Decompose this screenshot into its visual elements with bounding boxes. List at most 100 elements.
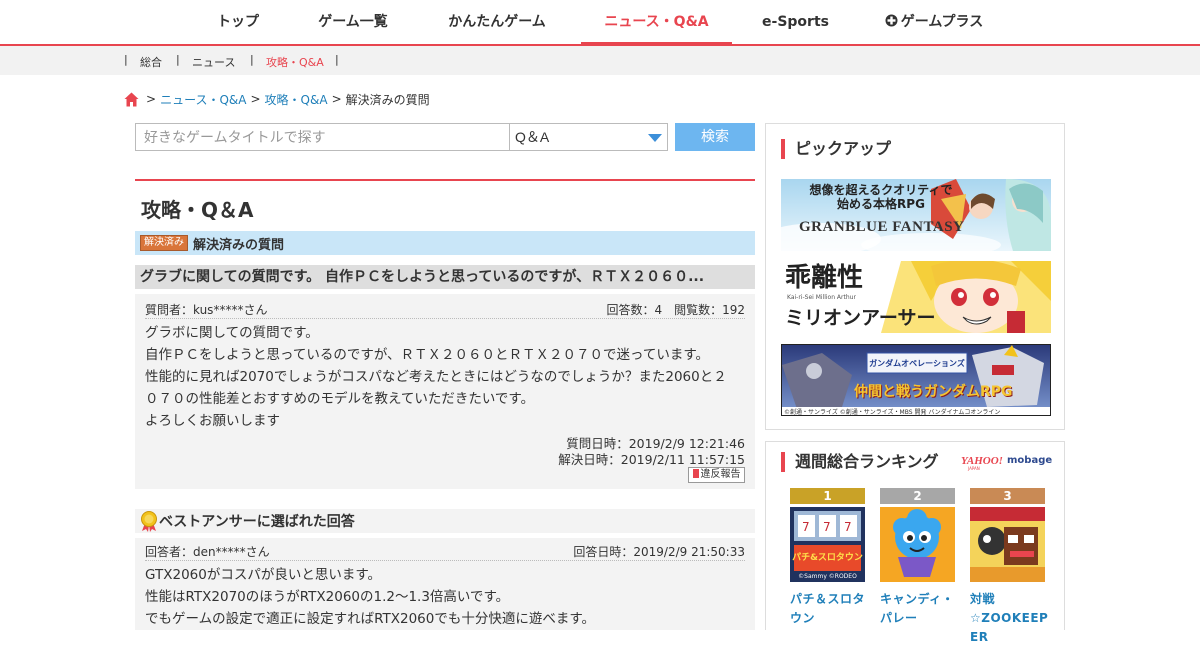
granblue-copy: 想像を超えるクオリティで 始める本格RPG: [781, 183, 981, 211]
medal-icon: [141, 511, 157, 532]
nav-game-plus-label: ゲームプラス: [900, 14, 984, 30]
ranking-item-3[interactable]: 3 対戦 ☆ZOOKEEP ER: [970, 488, 1049, 647]
report-label: 違反報告: [700, 469, 741, 480]
best-answer-label: ベストアンサーに選ばれた回答: [159, 514, 355, 530]
report-icon: [692, 469, 699, 478]
section-divider: [135, 179, 755, 181]
granblue-banner[interactable]: 想像を超えるクオリティで 始める本格RPG GRANBLUE FANTASY: [781, 179, 1051, 251]
granblue-copy-line: 始める本格RPG: [837, 197, 925, 211]
report-button[interactable]: 違反報告: [688, 467, 745, 483]
gundam-title: ガンダムオペレーションズ: [869, 359, 965, 368]
page-title: 攻略・Q＆A: [141, 198, 254, 222]
breadcrumb-separator: >: [331, 92, 342, 106]
rank-3-thumbnail[interactable]: [970, 507, 1045, 582]
slot-machine-label: パチ&スロタウン: [792, 553, 863, 563]
search-button[interactable]: 検索: [675, 123, 755, 151]
pickup-panel: ピックアップ 想像を超えるクオリティで 始める本格RPG GRANBLUE FA…: [765, 123, 1065, 430]
slot-machine-art: 7 7 7: [790, 507, 865, 582]
question-line: ０７０の性能差とおすすめのモデルを教えていただきたいです。: [145, 391, 535, 407]
rank-number: 1: [790, 488, 865, 504]
answer-body: GTX2060がコスパが良いと思います。 性能はRTX2070のほうがRTX20…: [145, 564, 745, 630]
ranking-title: 週間総合ランキング: [781, 452, 939, 472]
breadcrumb: > ニュース・Q&A > 攻略・Q&A > 解決済みの質問: [124, 90, 430, 108]
nav-top[interactable]: トップ: [207, 0, 269, 44]
subnav-strategy-qa[interactable]: 攻略・Q&A: [266, 54, 324, 70]
subnav-news[interactable]: ニュース: [192, 54, 235, 70]
question-line: グラボに関しての質問です。: [145, 325, 319, 341]
question-box: 質問者：kus*****さん 回答数：4 閲覧数：192 グラボに関しての質問で…: [135, 294, 755, 489]
pickup-title: ピックアップ: [781, 139, 891, 159]
rank-name-line: ウン: [790, 611, 816, 625]
breadcrumb-separator: >: [250, 92, 261, 106]
subnav-separator: |: [124, 53, 128, 66]
category-select[interactable]: Q＆A: [509, 123, 668, 151]
answer-line: GTX2060がコスパが良いと思います。: [145, 567, 381, 583]
breadcrumb-news-qa[interactable]: ニュース・Q&A: [160, 91, 246, 108]
candy-character-art: [880, 507, 955, 582]
question-line: 性能的に見れば2070でしょうがコスパなど考えたときにはどうなのでしょうか？また…: [145, 369, 727, 385]
rank-name-line: ER: [970, 630, 989, 644]
rank-name[interactable]: 対戦 ☆ZOOKEEP ER: [970, 590, 1049, 647]
granblue-logo: GRANBLUE FANTASY: [799, 219, 965, 235]
top-navigation: トップ ゲーム一覧 かんたんゲーム ニュース・Q&A e-Sports ゲームプ…: [0, 0, 1200, 46]
question-line: よろしくお願いします: [145, 413, 280, 429]
ranking-item-2[interactable]: 2 キャンディ・ パレー: [880, 488, 955, 628]
best-answer-header: ベストアンサーに選ばれた回答: [135, 509, 755, 533]
asked-at: 質問日時：2019/2/9 12:21:46: [566, 436, 745, 451]
million-arthur-banner[interactable]: 乖離性 Kai-ri-Sei Million Arthur ミリオンアーサー: [781, 261, 1051, 333]
question-title: グラブに関しての質問です。 自作ＰＣをしようと思っているのですが、ＲＴＸ２０６０…: [135, 265, 755, 289]
rank-2-thumbnail[interactable]: [880, 507, 955, 582]
answerer: 回答者：den*****さん: [145, 545, 270, 559]
yahoo-logo-japan: JAPAN: [968, 466, 980, 471]
search-input[interactable]: [135, 123, 510, 151]
asker: 質問者：kus*****さん: [145, 303, 268, 317]
gundam-footer: ©創通・サンライズ ©創通・サンライズ・MBS 開発 バンダイナムコオンライン: [784, 409, 1001, 416]
status-bar: 解決済み 解決済みの質問: [135, 231, 755, 255]
svg-text:7: 7: [823, 520, 831, 534]
game-plus-icon: [885, 14, 898, 27]
gundam-tagline: 仲間と戦うガンダムRPG: [854, 384, 1013, 400]
status-label: 解決済みの質問: [193, 237, 285, 253]
sub-navigation: | 総合 | ニュース | 攻略・Q&A |: [0, 46, 1200, 75]
question-stats: 回答数：4 閲覧数：192: [606, 303, 745, 317]
answered-at: 回答日時：2019/2/9 21:50:33: [573, 545, 745, 559]
nav-esports[interactable]: e-Sports: [758, 0, 833, 44]
rank-name[interactable]: キャンディ・ パレー: [880, 590, 955, 628]
ranking-panel: 週間総合ランキング YAHOO! JAPAN mobage 1 7 7 7 パチ…: [765, 441, 1065, 644]
breadcrumb-separator: >: [146, 92, 157, 106]
subnav-separator: |: [250, 53, 254, 66]
category-select-value: Q＆A: [515, 129, 550, 145]
svg-text:7: 7: [844, 520, 852, 534]
ranking-item-1[interactable]: 1 7 7 7 パチ&スロタウン ©Sammy ©RODEO パチ＆スロタ ウン: [790, 488, 865, 628]
rank-1-thumbnail[interactable]: 7 7 7 パチ&スロタウン ©Sammy ©RODEO: [790, 507, 865, 582]
svg-text:7: 7: [802, 520, 810, 534]
rank-name-line: キャンディ・: [880, 592, 955, 606]
question-body: グラボに関しての質問です。 自作ＰＣをしようと思っているのですが、ＲＴＸ２０６０…: [145, 322, 745, 432]
million-arthur-subtitle: ミリオンアーサー: [785, 307, 936, 329]
slot-machine-copyright: ©Sammy ©RODEO: [798, 573, 857, 580]
mobage-logo-text: mobage: [1007, 455, 1053, 466]
breadcrumb-current: 解決済みの質問: [345, 92, 430, 107]
rank-name[interactable]: パチ＆スロタ ウン: [790, 590, 865, 628]
answer-box: 回答者：den*****さん 回答日時：2019/2/9 21:50:33 GT…: [135, 538, 755, 630]
gundam-banner[interactable]: ガンダムオペレーションズ 仲間と戦うガンダムRPG ©創通・サンライズ ©創通・…: [781, 344, 1051, 416]
million-arthur-small: Kai-ri-Sei Million Arthur: [787, 294, 856, 301]
nav-game-list[interactable]: ゲーム一覧: [308, 0, 398, 44]
question-dates: 質問日時：2019/2/9 12:21:46 解決日時：2019/2/11 11…: [558, 436, 745, 468]
yahoo-mobage-logo: YAHOO! JAPAN mobage: [961, 454, 1053, 471]
nav-news-qa[interactable]: ニュース・Q&A: [581, 0, 732, 46]
nav-game-plus[interactable]: ゲームプラス: [872, 0, 996, 44]
home-icon[interactable]: [124, 92, 139, 107]
resolved-badge: 解決済み: [140, 235, 188, 251]
question-line: 自作ＰＣをしようと思っているのですが、ＲＴＸ２０６０とＲＴＸ２０７０で迷っていま…: [145, 347, 710, 363]
rank-number: 2: [880, 488, 955, 504]
answer-meta: 回答者：den*****さん 回答日時：2019/2/9 21:50:33: [145, 543, 745, 561]
breadcrumb-strategy-qa[interactable]: 攻略・Q&A: [265, 91, 328, 108]
resolved-at: 解決日時：2019/2/11 11:57:15: [558, 452, 745, 467]
nav-easy-games[interactable]: かんたんゲーム: [440, 0, 554, 44]
answer-line: でもゲームの設定で適正に設定すればRTX2060でも十分快適に遊べます。: [145, 611, 595, 627]
subnav-overview[interactable]: 総合: [140, 54, 162, 70]
dropdown-arrow-icon: [648, 134, 662, 142]
million-arthur-title: 乖離性: [785, 263, 864, 292]
rank-name-line: ☆ZOOKEEP: [970, 611, 1049, 625]
